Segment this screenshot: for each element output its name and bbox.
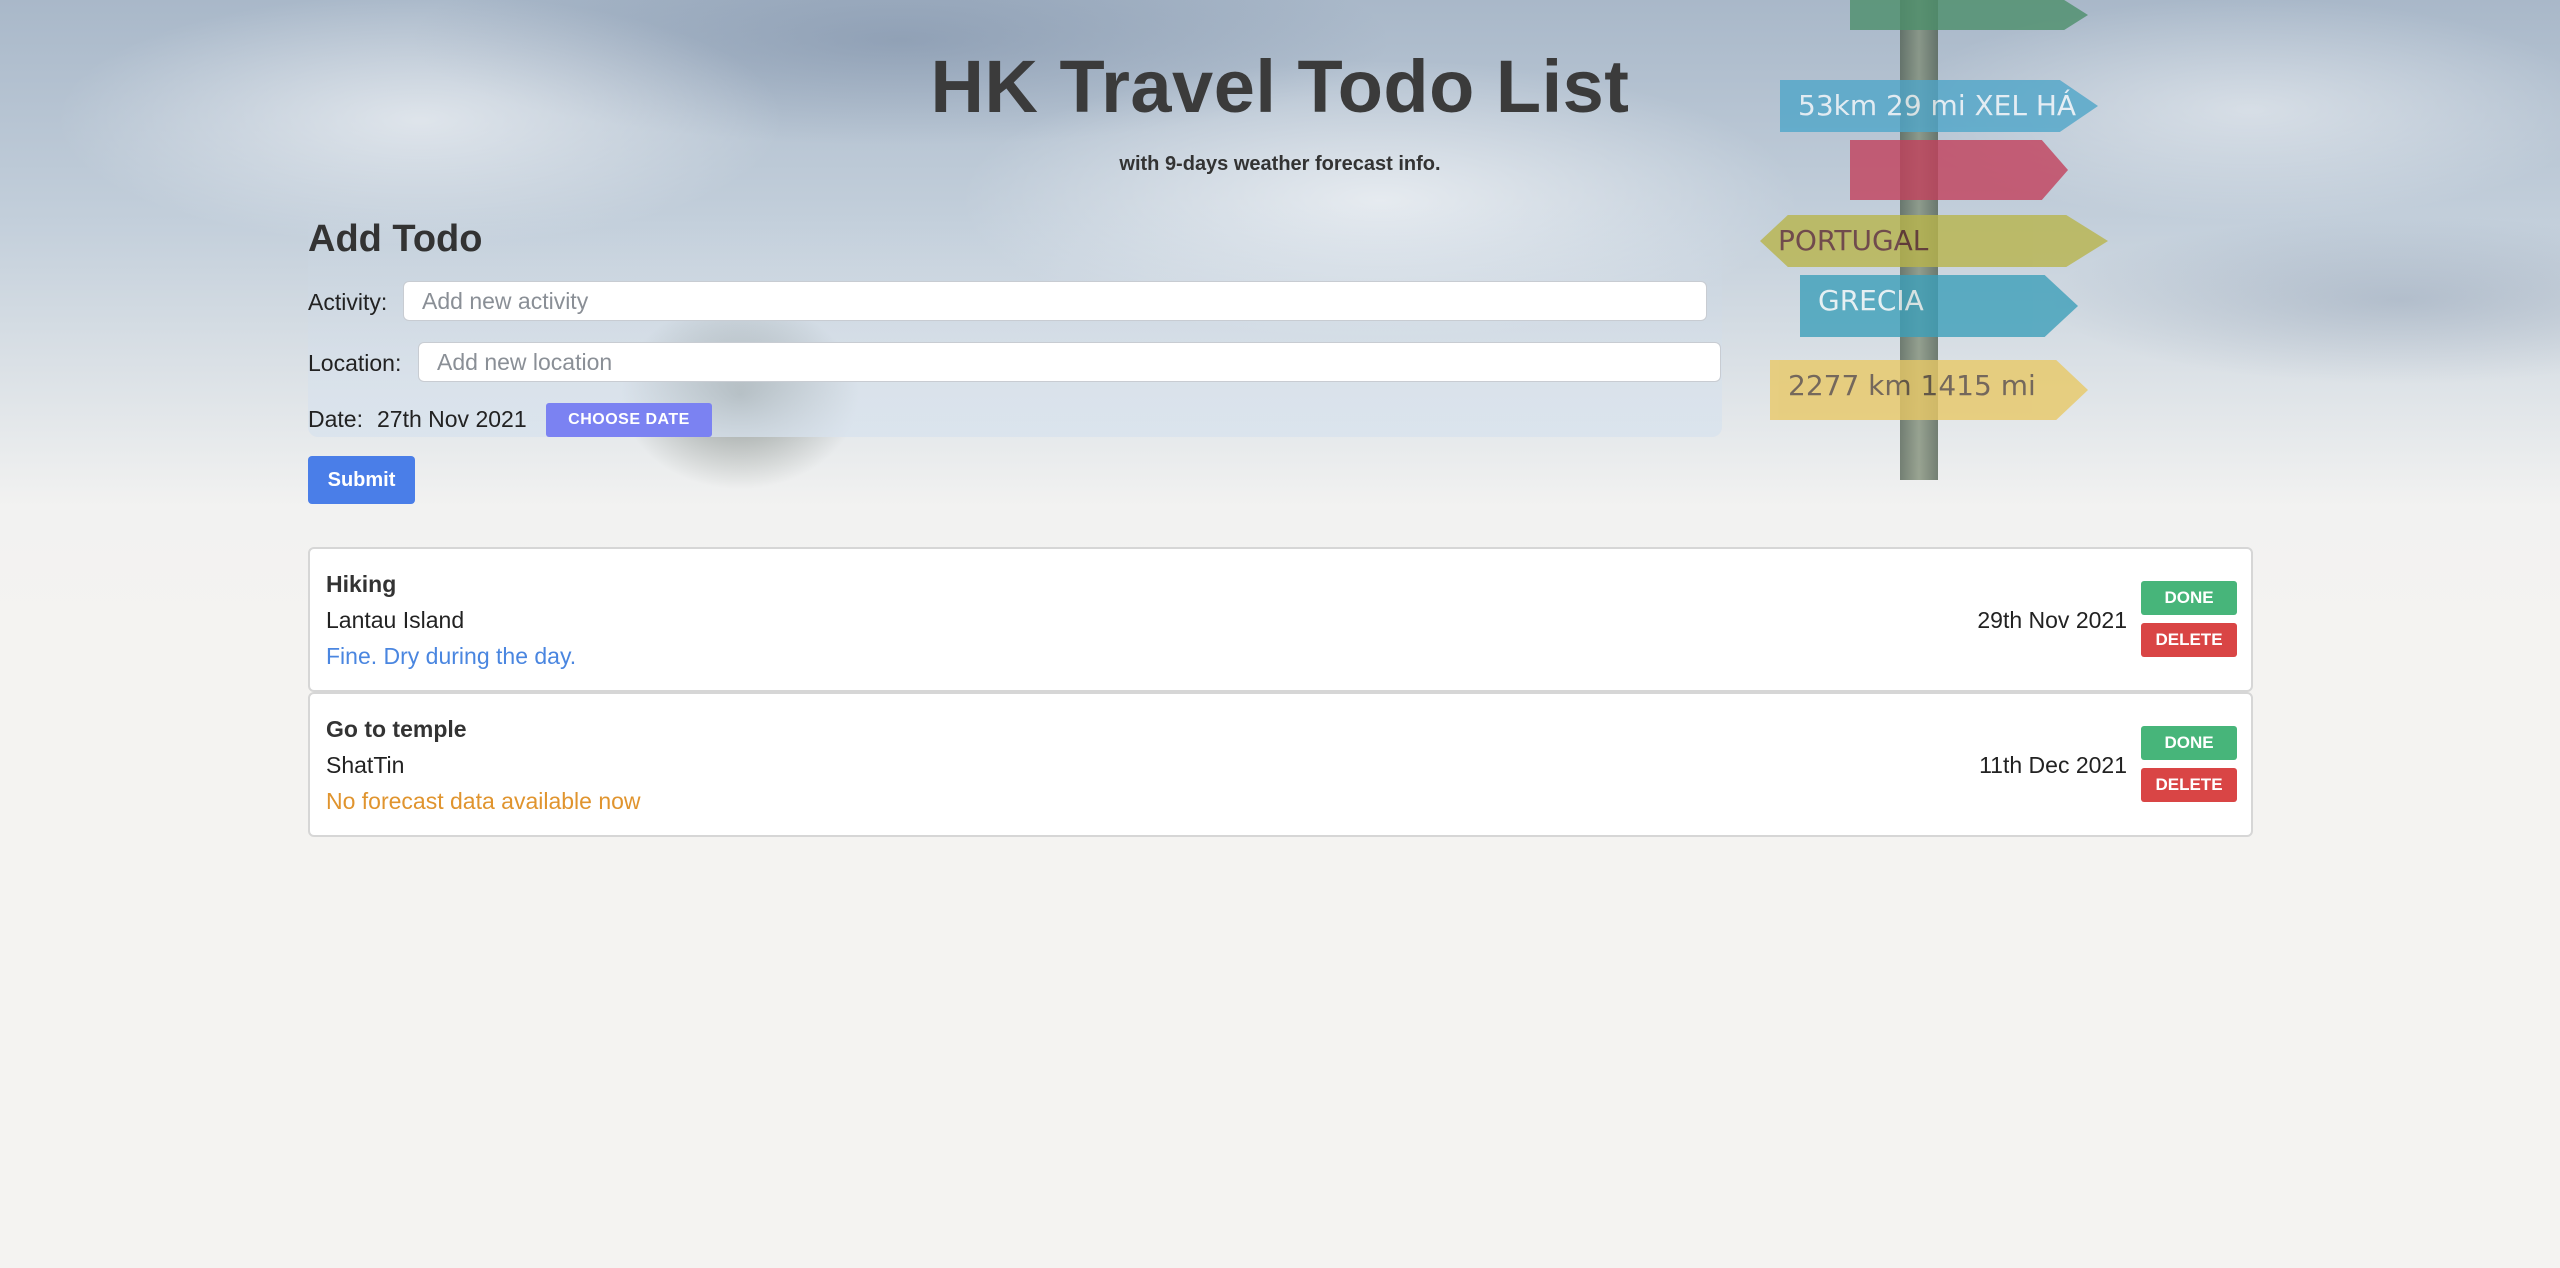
location-input[interactable]	[418, 342, 1721, 382]
choose-date-button[interactable]: CHOOSE DATE	[546, 403, 712, 437]
activity-label: Activity:	[308, 289, 388, 315]
sign-grecia: GRECIA	[1800, 275, 2078, 337]
submit-button[interactable]: Submit	[308, 456, 415, 504]
todo-forecast: No forecast data available now	[326, 788, 641, 814]
todo-forecast: Fine. Dry during the day.	[326, 643, 577, 669]
activity-input[interactable]	[403, 281, 1707, 321]
todo-list: Hiking Lantau Island Fine. Dry during th…	[308, 547, 2253, 837]
selected-date: 27th Nov 2021	[377, 406, 527, 432]
todo-date: 11th Dec 2021	[1979, 752, 2127, 778]
delete-button[interactable]: DELETE	[2141, 768, 2237, 802]
todo-activity: Go to temple	[326, 716, 467, 742]
sign-top	[1850, 0, 2088, 30]
add-todo-panel	[308, 205, 1722, 437]
todo-item: Go to temple ShatTin No forecast data av…	[308, 692, 2253, 837]
done-button[interactable]: DONE	[2141, 581, 2237, 615]
todo-location: Lantau Island	[326, 607, 465, 633]
todo-location: ShatTin	[326, 752, 405, 778]
todo-date: 29th Nov 2021	[1977, 607, 2127, 633]
done-button[interactable]: DONE	[2141, 726, 2237, 760]
date-label: Date:	[308, 406, 363, 432]
page-title: HK Travel Todo List	[930, 45, 1630, 128]
sign-colombia: 2277 km 1415 mi COLOMBIA	[1770, 360, 2088, 420]
todo-activity: Hiking	[326, 571, 397, 597]
todo-item: Hiking Lantau Island Fine. Dry during th…	[308, 547, 2253, 692]
page-header: HK Travel Todo List with 9-days weather …	[0, 44, 2560, 176]
location-label: Location:	[308, 350, 402, 376]
sign-portugal: PORTUGAL	[1760, 215, 2108, 267]
delete-button[interactable]: DELETE	[2141, 623, 2237, 657]
add-todo-heading: Add Todo	[308, 218, 483, 260]
page-subtitle: with 9-days weather forecast info.	[1119, 153, 1441, 175]
